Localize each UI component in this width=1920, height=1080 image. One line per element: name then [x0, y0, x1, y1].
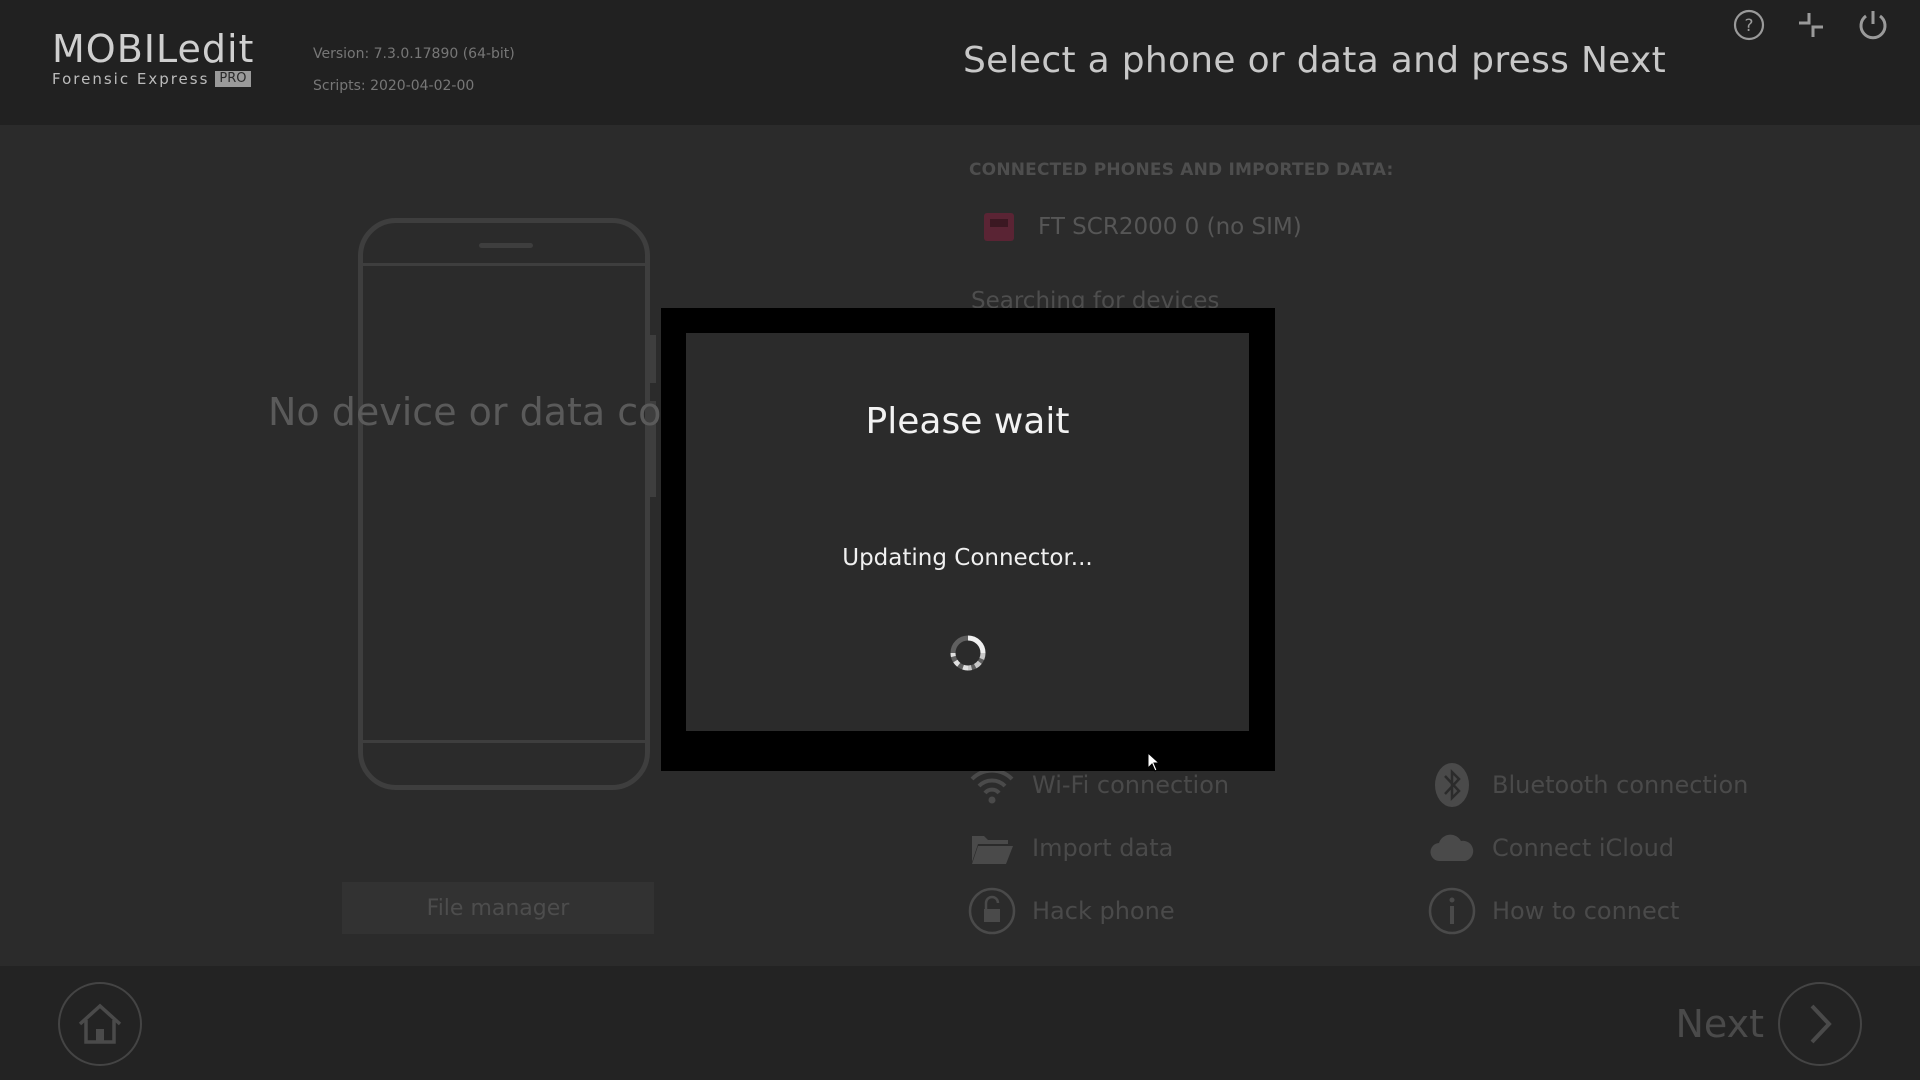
logo-main-text: MOBILedit: [52, 27, 255, 71]
compact-view-icon[interactable]: [1794, 8, 1828, 42]
version-info: Version: 7.3.0.17890 (64-bit) Scripts: 2…: [313, 38, 515, 102]
connect-icloud-option[interactable]: Connect iCloud: [1428, 824, 1674, 872]
dialog-message: Updating Connector...: [842, 545, 1093, 571]
next-button[interactable]: [1778, 982, 1862, 1066]
scripts-text: Scripts: 2020-04-02-00: [313, 78, 475, 94]
bluetooth-icon: [1428, 761, 1476, 809]
phone-top-line: [363, 263, 645, 266]
import-data-label: Import data: [1032, 834, 1174, 862]
file-manager-button[interactable]: File manager: [342, 882, 654, 934]
next-control[interactable]: Next: [1675, 982, 1862, 1066]
device-list-item[interactable]: FT SCR2000 0 (no SIM): [984, 213, 1302, 241]
logo-pro-badge: PRO: [215, 71, 251, 87]
top-toolbar: ?: [1732, 8, 1890, 42]
import-data-option[interactable]: Import data: [968, 824, 1173, 872]
app-logo: MOBILedit Forensic Express PRO: [52, 28, 254, 88]
loading-spinner-icon: [950, 635, 986, 671]
power-icon[interactable]: [1856, 8, 1890, 42]
chevron-right-icon: [1810, 1004, 1832, 1044]
version-text: Version: 7.3.0.17890 (64-bit): [313, 46, 515, 62]
please-wait-dialog: Please wait Updating Connector...: [661, 308, 1275, 771]
logo-sub-text: Forensic Express: [52, 70, 210, 88]
mouse-cursor-icon: [1147, 752, 1161, 772]
hack-phone-label: Hack phone: [1032, 897, 1175, 925]
wifi-connection-label: Wi-Fi connection: [1032, 771, 1230, 799]
home-button[interactable]: [58, 982, 142, 1066]
info-icon: [1428, 887, 1476, 935]
help-icon[interactable]: ?: [1732, 8, 1766, 42]
dialog-content: Please wait Updating Connector...: [686, 333, 1249, 731]
app-footer: Next: [0, 966, 1920, 1080]
phone-bottom-line: [363, 740, 645, 743]
unlock-icon: [968, 887, 1016, 935]
bluetooth-connection-option[interactable]: Bluetooth connection: [1428, 761, 1748, 809]
logo-sub: Forensic Express PRO: [52, 70, 254, 88]
folder-icon: [968, 824, 1016, 872]
svg-text:?: ?: [1744, 16, 1753, 36]
hack-phone-option[interactable]: Hack phone: [968, 887, 1175, 935]
how-to-connect-option[interactable]: How to connect: [1428, 887, 1679, 935]
phone-speaker: [479, 243, 533, 248]
bluetooth-connection-label: Bluetooth connection: [1492, 771, 1749, 799]
how-to-connect-label: How to connect: [1492, 897, 1680, 925]
app-header: MOBILedit Forensic Express PRO Version: …: [0, 0, 1920, 125]
connect-icloud-label: Connect iCloud: [1492, 834, 1675, 862]
connected-devices-label: CONNECTED PHONES AND IMPORTED DATA:: [969, 160, 1394, 180]
next-label: Next: [1675, 1002, 1764, 1046]
home-icon: [78, 1003, 122, 1044]
cloud-icon: [1428, 824, 1476, 872]
page-title: Select a phone or data and press Next: [963, 40, 1667, 81]
phone-side-button: [650, 335, 656, 383]
dialog-title: Please wait: [865, 401, 1070, 442]
card-reader-icon: [984, 213, 1014, 241]
phone-illustration: [358, 218, 656, 790]
device-name: FT SCR2000 0 (no SIM): [1038, 214, 1302, 240]
